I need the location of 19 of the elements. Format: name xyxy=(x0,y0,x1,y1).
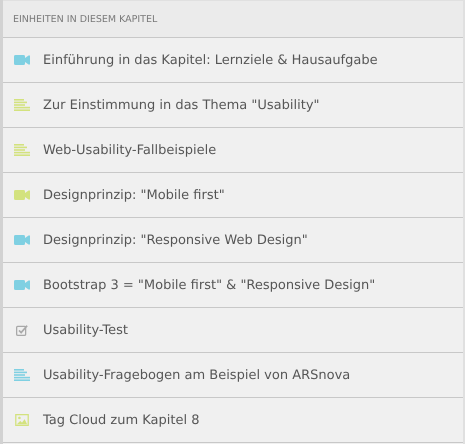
unit-title: Tag Cloud zum Kapitel 8 xyxy=(43,412,200,428)
unit-title: Web-Usability-Fallbeispiele xyxy=(43,142,216,158)
section-header: EINHEITEN IN DIESEM KAPITEL xyxy=(3,0,463,38)
unit-item[interactable]: Tag Cloud zum Kapitel 8 xyxy=(3,398,463,443)
unit-item[interactable]: Designprinzip: "Mobile first" xyxy=(3,173,463,218)
unit-item[interactable]: Bootstrap 3 = "Mobile first" & "Responsive Design" xyxy=(3,263,463,308)
unit-title: Usability-Fragebogen am Beispiel von ARSnova xyxy=(43,368,350,382)
unit-item[interactable]: Usability-Fragebogen am Beispiel von ARSnova xyxy=(3,353,463,398)
unit-title: Zur Einstimmung in das Thema "Usability" xyxy=(43,98,320,112)
unit-title: Bootstrap 3 = "Mobile first" & "Responsive Design" xyxy=(43,278,376,292)
unit-title: Designprinzip: "Responsive Web Design" xyxy=(43,232,308,248)
unit-item[interactable]: Einführung in das Kapitel: Lernziele & Hausaufgabe xyxy=(3,38,463,83)
unit-title: Designprinzip: "Mobile first" xyxy=(43,188,225,202)
unit-title: Einführung in das Kapitel: Lernziele & Hausaufgabe xyxy=(43,52,378,68)
unit-title: Usability-Test xyxy=(43,322,128,338)
unit-item[interactable]: Web-Usability-Fallbeispiele xyxy=(3,128,463,173)
unit-item[interactable]: Usability-Test xyxy=(3,308,463,353)
unit-item[interactable]: Designprinzip: "Responsive Web Design" xyxy=(3,218,463,263)
unit-item[interactable]: Zur Einstimmung in das Thema "Usability" xyxy=(3,83,463,128)
